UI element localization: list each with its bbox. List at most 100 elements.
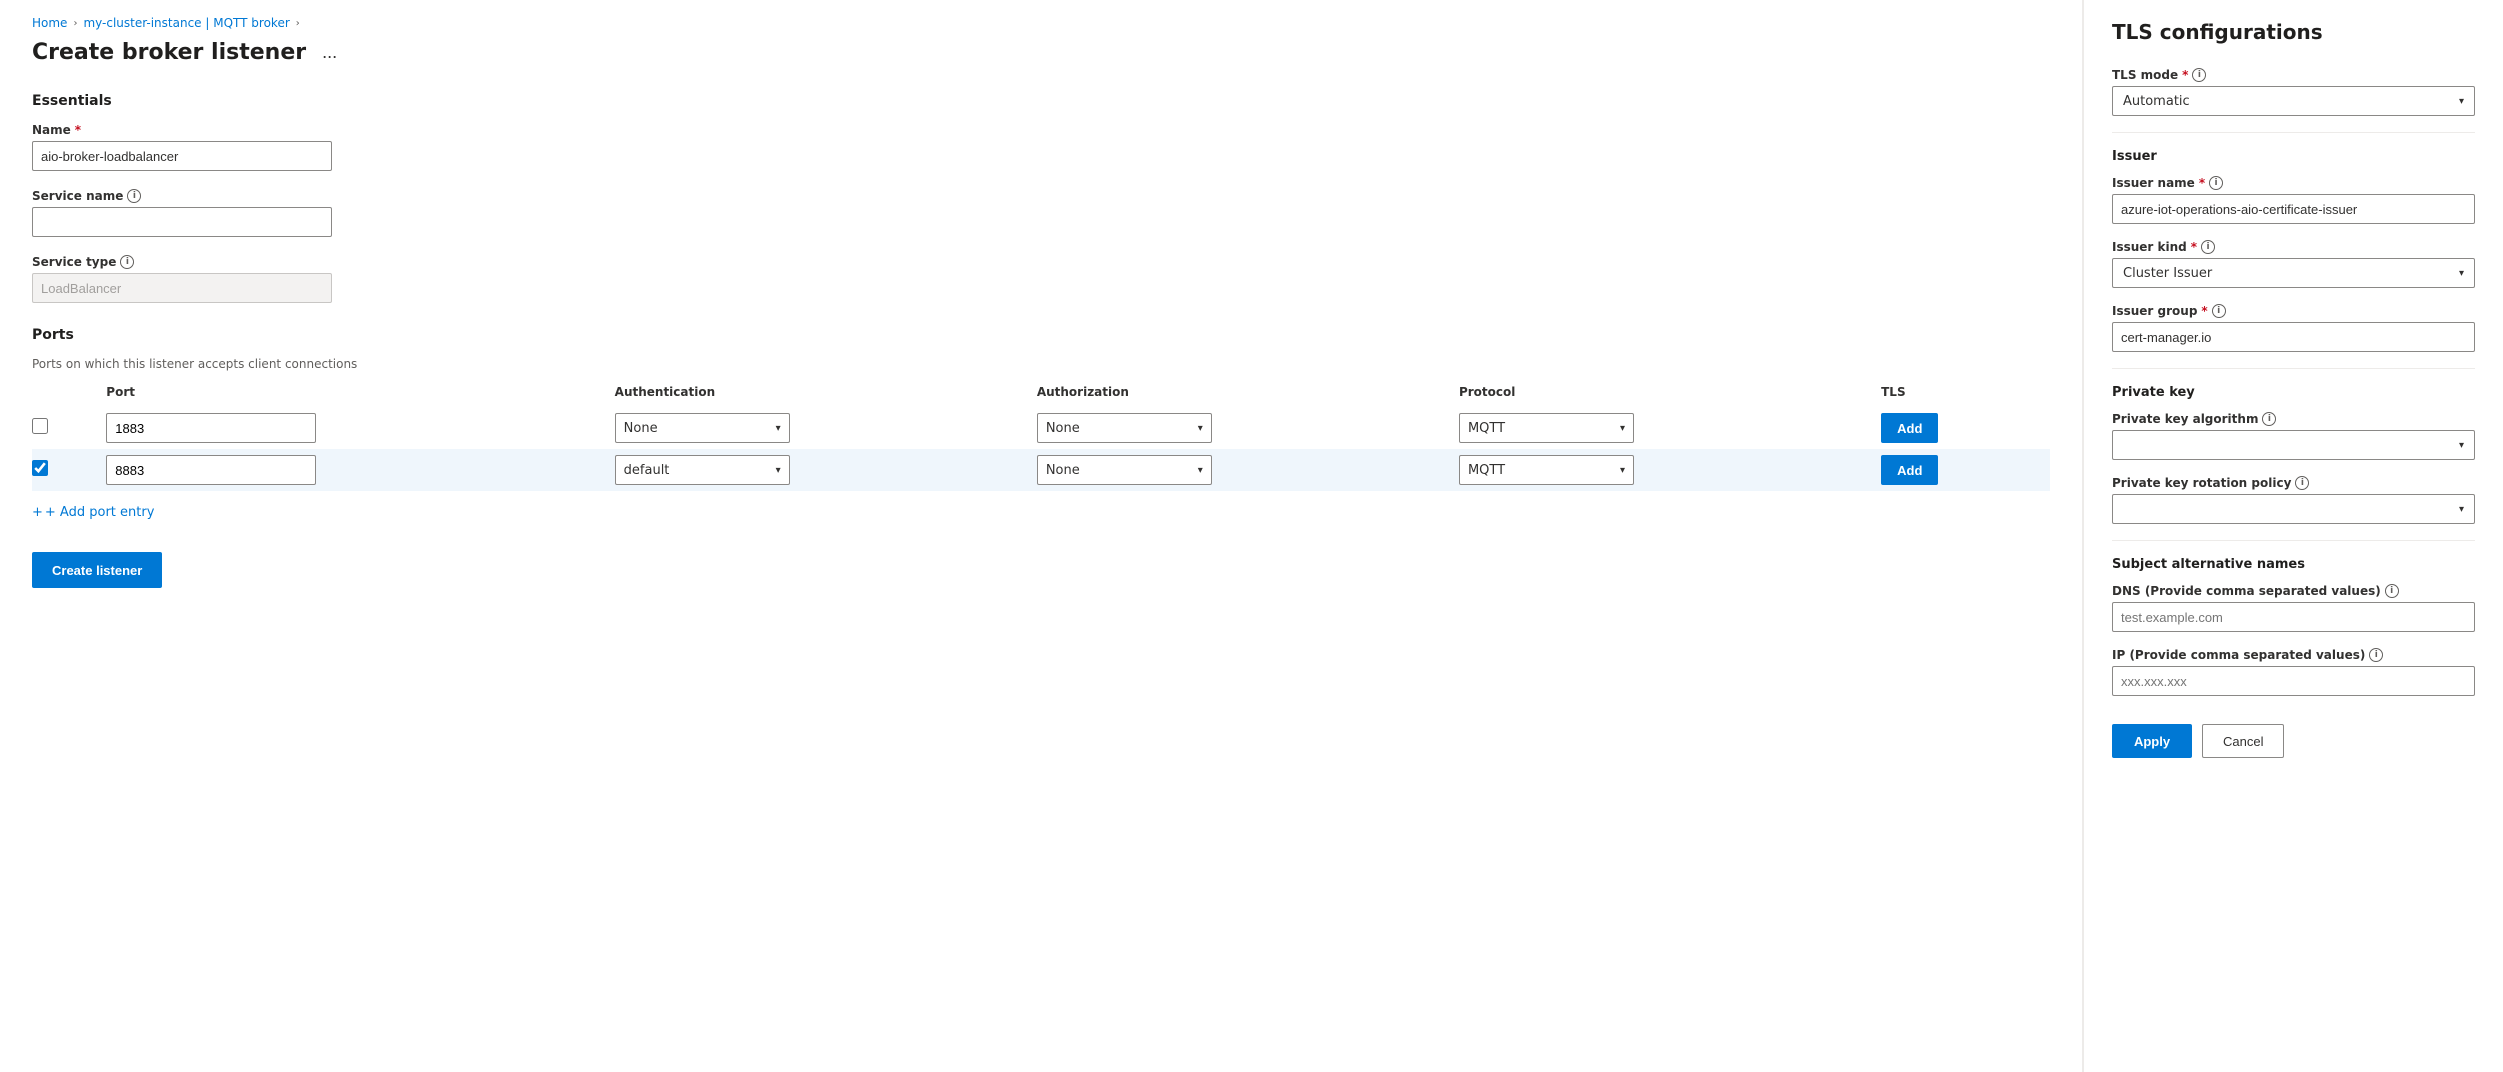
row1-auth-arrow-icon: ▾ [776, 423, 781, 434]
pk-algorithm-field-group: Private key algorithm i ▾ [2112, 412, 2475, 460]
row1-tls-cell: Add [1873, 407, 2050, 449]
row2-tls-cell: Add [1873, 449, 2050, 491]
pk-algorithm-dropdown[interactable]: ▾ [2112, 430, 2475, 460]
col-checkbox-header [32, 385, 98, 407]
row2-proto-dropdown[interactable]: MQTT ▾ [1459, 455, 1634, 485]
col-authz-header: Authorization [1029, 385, 1451, 407]
dns-input[interactable] [2112, 602, 2475, 632]
issuer-kind-field-group: Issuer kind * i Cluster Issuer ▾ [2112, 240, 2475, 288]
apply-button[interactable]: Apply [2112, 724, 2192, 758]
service-type-input [32, 273, 332, 303]
col-port-header: Port [98, 385, 606, 407]
tls-mode-label: TLS mode * i [2112, 68, 2475, 82]
row1-authz-cell: None ▾ [1029, 407, 1451, 449]
bottom-buttons: Apply Cancel [2112, 724, 2475, 758]
cancel-button[interactable]: Cancel [2202, 724, 2284, 758]
pk-algorithm-label: Private key algorithm i [2112, 412, 2475, 426]
ip-info-icon: i [2369, 648, 2383, 662]
row2-checkbox[interactable] [32, 460, 48, 476]
ports-description: Ports on which this listener accepts cli… [32, 357, 2050, 371]
issuer-group-field-group: Issuer group * i [2112, 304, 2475, 352]
left-panel: Home › my-cluster-instance | MQTT broker… [0, 0, 2083, 1072]
add-port-plus-icon: + [32, 505, 43, 520]
ports-table-header: Port Authentication Authorization Protoc… [32, 385, 2050, 407]
row2-add-button[interactable]: Add [1881, 455, 1938, 485]
add-port-link[interactable]: + + Add port entry [32, 505, 154, 520]
private-key-section-title: Private key [2112, 385, 2475, 400]
divider-2 [2112, 368, 2475, 369]
row1-authz-dropdown[interactable]: None ▾ [1037, 413, 1212, 443]
issuer-kind-label: Issuer kind * i [2112, 240, 2475, 254]
row1-port-input[interactable] [106, 413, 316, 443]
tls-mode-required: * [2182, 68, 2188, 82]
col-tls-header: TLS [1873, 385, 2050, 407]
divider-1 [2112, 132, 2475, 133]
issuer-section-title: Issuer [2112, 149, 2475, 164]
row1-add-button[interactable]: Add [1881, 413, 1938, 443]
add-port-label: + Add port entry [45, 505, 154, 520]
row1-checkbox[interactable] [32, 418, 48, 434]
row2-authz-dropdown[interactable]: None ▾ [1037, 455, 1212, 485]
tls-mode-info-icon: i [2192, 68, 2206, 82]
row1-proto-arrow-icon: ▾ [1620, 423, 1625, 434]
service-name-label: Service name i [32, 189, 2050, 203]
issuer-name-info-icon: i [2209, 176, 2223, 190]
issuer-group-info-icon: i [2212, 304, 2226, 318]
dns-field-group: DNS (Provide comma separated values) i [2112, 584, 2475, 632]
ip-label: IP (Provide comma separated values) i [2112, 648, 2475, 662]
name-field-group: Name * [32, 123, 2050, 171]
name-required: * [75, 123, 81, 137]
essentials-title: Essentials [32, 93, 2050, 109]
service-type-info-icon: i [120, 255, 134, 269]
issuer-kind-arrow-icon: ▾ [2459, 268, 2464, 279]
pk-algorithm-arrow-icon: ▾ [2459, 440, 2464, 451]
row2-proto-arrow-icon: ▾ [1620, 465, 1625, 476]
row1-proto-cell: MQTT ▾ [1451, 407, 1873, 449]
row2-port-input[interactable] [106, 455, 316, 485]
tls-mode-field-group: TLS mode * i Automatic ▾ [2112, 68, 2475, 116]
pk-rotation-field-group: Private key rotation policy i ▾ [2112, 476, 2475, 524]
service-type-field-group: Service type i [32, 255, 2050, 303]
pk-rotation-arrow-icon: ▾ [2459, 504, 2464, 515]
col-proto-header: Protocol [1451, 385, 1873, 407]
right-panel: TLS configurations TLS mode * i Automati… [2083, 0, 2503, 1072]
issuer-group-required: * [2201, 304, 2207, 318]
tls-mode-arrow-icon: ▾ [2459, 96, 2464, 107]
table-row: None ▾ None ▾ MQTT ▾ [32, 407, 2050, 449]
service-name-input[interactable] [32, 207, 332, 237]
col-auth-header: Authentication [607, 385, 1029, 407]
pk-rotation-dropdown[interactable]: ▾ [2112, 494, 2475, 524]
row1-proto-dropdown[interactable]: MQTT ▾ [1459, 413, 1634, 443]
row1-auth-cell: None ▾ [607, 407, 1029, 449]
ip-input[interactable] [2112, 666, 2475, 696]
tls-mode-dropdown[interactable]: Automatic ▾ [2112, 86, 2475, 116]
breadcrumb-home[interactable]: Home [32, 16, 67, 30]
row1-auth-dropdown[interactable]: None ▾ [615, 413, 790, 443]
name-input[interactable] [32, 141, 332, 171]
ports-title: Ports [32, 327, 2050, 343]
create-listener-button[interactable]: Create listener [32, 552, 162, 588]
dns-label: DNS (Provide comma separated values) i [2112, 584, 2475, 598]
row2-authz-arrow-icon: ▾ [1198, 465, 1203, 476]
service-name-field-group: Service name i [32, 189, 2050, 237]
issuer-kind-required: * [2191, 240, 2197, 254]
issuer-name-input[interactable] [2112, 194, 2475, 224]
breadcrumb-sep-1: › [73, 18, 77, 29]
ip-field-group: IP (Provide comma separated values) i [2112, 648, 2475, 696]
ellipsis-button[interactable]: ... [316, 40, 343, 65]
row1-proto-value: MQTT [1468, 421, 1505, 436]
divider-3 [2112, 540, 2475, 541]
page-title-row: Create broker listener ... [32, 40, 2050, 65]
tls-mode-value: Automatic [2123, 94, 2190, 109]
issuer-group-input[interactable] [2112, 322, 2475, 352]
issuer-kind-dropdown[interactable]: Cluster Issuer ▾ [2112, 258, 2475, 288]
essentials-section: Essentials Name * Service name i Service… [32, 93, 2050, 303]
row2-auth-dropdown[interactable]: default ▾ [615, 455, 790, 485]
pk-algorithm-info-icon: i [2262, 412, 2276, 426]
pk-rotation-label: Private key rotation policy i [2112, 476, 2475, 490]
row2-checkbox-cell [32, 449, 98, 491]
breadcrumb-cluster[interactable]: my-cluster-instance | MQTT broker [83, 16, 289, 30]
dns-info-icon: i [2385, 584, 2399, 598]
table-row: default ▾ None ▾ MQTT ▾ [32, 449, 2050, 491]
page-title: Create broker listener [32, 40, 306, 65]
